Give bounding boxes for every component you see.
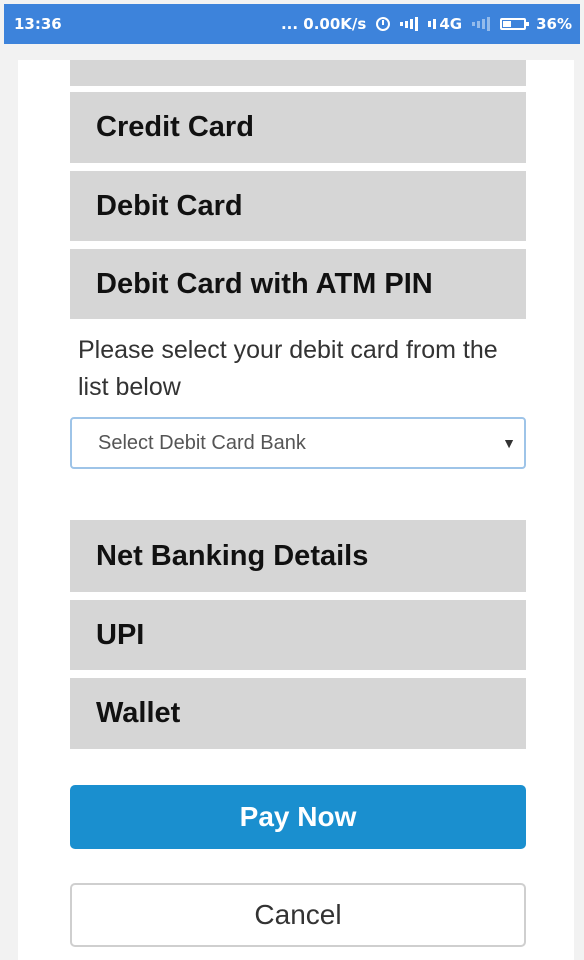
accordion-item-debit-card[interactable]: Debit Card [70, 171, 526, 241]
battery-icon [500, 18, 530, 30]
accordion-item-partial[interactable] [70, 60, 526, 86]
accordion-item-label: Debit Card [96, 189, 243, 222]
network-type: 4G [439, 15, 463, 33]
signal-4g-icon: 4G [428, 15, 462, 33]
cancel-button[interactable]: Cancel [70, 883, 526, 947]
accordion-item-wallet[interactable]: Wallet [70, 678, 526, 749]
accordion-item-label: Net Banking Details [96, 539, 369, 572]
accordion-item-debit-card-atm-pin[interactable]: Debit Card with ATM PIN [70, 249, 526, 319]
caret-down-icon: ▼ [502, 435, 516, 451]
net-speed: ... 0.00K/s [280, 15, 367, 33]
battery-level: 36% [536, 15, 572, 33]
accordion-item-label: Wallet [96, 697, 181, 729]
accordion-item-upi[interactable]: UPI [70, 600, 526, 670]
status-bar: 13:36 ... 0.00K/s 4G 36% [4, 4, 580, 44]
alarm-icon [376, 17, 391, 31]
signal-weak-icon [472, 17, 491, 31]
select-value: Select Debit Card Bank [98, 431, 306, 454]
accordion-item-net-banking[interactable]: Net Banking Details [70, 520, 526, 592]
status-icons: ... 0.00K/s 4G 36% [281, 15, 572, 33]
accordion-item-label: UPI [96, 618, 145, 651]
payment-panel: Credit Card Debit Card Debit Card with A… [18, 60, 574, 960]
pay-now-button[interactable]: Pay Now [70, 785, 526, 849]
accordion-item-credit-card[interactable]: Credit Card [70, 92, 526, 163]
accordion-item-label: Credit Card [96, 111, 254, 143]
signal-icon [400, 17, 419, 31]
accordion-item-label: Debit Card with ATM PIN [96, 267, 433, 300]
status-time: 13:36 [14, 15, 62, 33]
debit-card-instruction: Please select your debit card from the l… [78, 336, 498, 401]
debit-card-bank-select[interactable]: Select Debit Card Bank ▼ [70, 417, 526, 469]
